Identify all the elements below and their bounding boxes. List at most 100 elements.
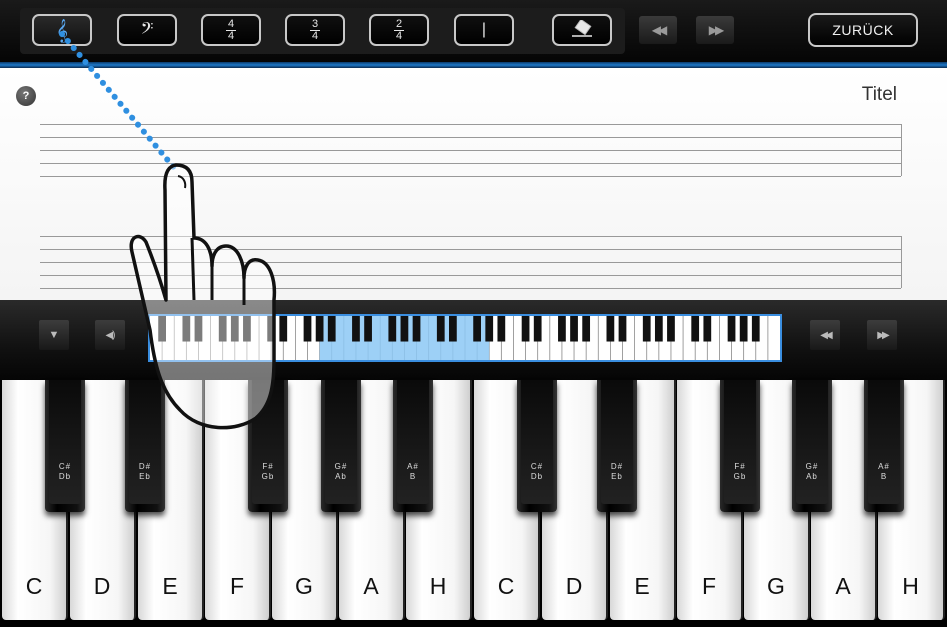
- treble-clef-button[interactable]: 𝄞: [32, 14, 92, 46]
- rewind-icon: ◀◀: [820, 329, 833, 341]
- black-key[interactable]: A# B: [864, 380, 904, 512]
- staff-line: [40, 262, 901, 263]
- black-key[interactable]: D# Eb: [125, 380, 165, 512]
- collapse-button[interactable]: ▼: [39, 320, 69, 350]
- flat-name: Ab: [335, 472, 347, 481]
- key-label: G: [295, 573, 313, 599]
- staff-line: [40, 124, 901, 125]
- time-3-4-button[interactable]: 3 4: [285, 14, 345, 46]
- black-key-face: [724, 380, 756, 504]
- black-key-face: [868, 380, 900, 504]
- flat-name: Ab: [806, 472, 818, 481]
- rewind-icon: ◀◀: [651, 23, 668, 37]
- black-key-label: F# Gb: [248, 462, 288, 482]
- piano-keyboard: C D E F G A H C D E F G A H C# Db D# Eb F#…: [0, 380, 947, 627]
- overview-black-key: [473, 316, 481, 342]
- bass-clef-icon: 𝄢: [140, 18, 154, 42]
- black-key[interactable]: A# B: [393, 380, 433, 512]
- black-key[interactable]: C# Db: [517, 380, 557, 512]
- black-key[interactable]: D# Eb: [597, 380, 637, 512]
- overview-black-key: [739, 316, 748, 342]
- overview-black-key: [158, 316, 166, 342]
- keyboard-rewind-button[interactable]: ◀◀: [810, 320, 840, 350]
- forward-icon: ▶▶: [708, 23, 725, 37]
- overview-black-key: [570, 316, 578, 342]
- staff-line: [40, 150, 901, 151]
- bass-clef-button[interactable]: 𝄢: [117, 14, 177, 46]
- forward-icon: ▶▶: [877, 329, 890, 341]
- back-button[interactable]: ZURÜCK: [808, 13, 918, 47]
- black-key-face: [601, 380, 633, 504]
- toolbar: 𝄞 𝄢 4 4 3 4 2 4 | ◀◀ ▶▶ ZURÜCK: [0, 0, 947, 62]
- time-2-4-button[interactable]: 2 4: [369, 14, 429, 46]
- sharp-name: A#: [878, 462, 890, 471]
- overview-black-key: [751, 316, 760, 342]
- staff-bass[interactable]: [40, 236, 902, 289]
- overview-black-key: [533, 316, 542, 342]
- sharp-name: A#: [407, 462, 419, 471]
- sharp-name: G#: [334, 462, 348, 471]
- time-bottom: 4: [227, 29, 235, 42]
- sheet-music-area[interactable]: ? Titel: [0, 68, 947, 300]
- key-label: F: [701, 573, 717, 599]
- black-key-label: D# Eb: [125, 462, 165, 482]
- key-label: D: [93, 573, 111, 599]
- black-key-face: [49, 380, 81, 504]
- overview-black-key: [497, 316, 506, 342]
- overview-black-key: [691, 316, 700, 342]
- speaker-icon: ◀): [105, 329, 115, 341]
- sheet-title[interactable]: Titel: [862, 84, 897, 106]
- black-key-label: A# B: [864, 462, 904, 482]
- black-key[interactable]: G# Ab: [792, 380, 832, 512]
- key-label: H: [902, 573, 919, 599]
- overview-black-key: [703, 316, 712, 342]
- staff-line: [40, 176, 901, 177]
- staff-line: [40, 275, 901, 276]
- black-key-face: [325, 380, 357, 504]
- overview-black-key: [558, 316, 566, 342]
- overview-black-key: [243, 316, 251, 342]
- overview-black-key: [352, 316, 360, 342]
- sharp-name: F#: [262, 462, 274, 471]
- flat-name: Eb: [139, 472, 151, 481]
- overview-black-key: [521, 316, 530, 342]
- overview-black-key: [218, 316, 227, 342]
- sharp-name: F#: [734, 462, 746, 471]
- overview-black-key: [485, 316, 494, 342]
- time-top: 2: [395, 17, 403, 30]
- barline-button[interactable]: |: [454, 14, 514, 46]
- overview-black-key: [606, 316, 615, 342]
- staff-line: [40, 163, 901, 164]
- staff-line: [40, 137, 901, 138]
- flat-name: B: [409, 472, 417, 481]
- keyboard-forward-button[interactable]: ▶▶: [867, 320, 897, 350]
- overview-black-key: [582, 316, 591, 342]
- key-label: E: [634, 573, 650, 599]
- eraser-icon: [572, 20, 592, 37]
- black-key-label: F# Gb: [720, 462, 760, 482]
- black-key[interactable]: C# Db: [45, 380, 85, 512]
- overview-black-key: [267, 316, 276, 342]
- time-top: 3: [311, 17, 319, 30]
- staff-line: [40, 249, 901, 250]
- black-key[interactable]: G# Ab: [321, 380, 361, 512]
- key-label: D: [565, 573, 583, 599]
- overview-black-key: [412, 316, 421, 342]
- toolbar-forward-button[interactable]: ▶▶: [696, 16, 734, 44]
- black-key-face: [796, 380, 828, 504]
- eraser-button[interactable]: [552, 14, 612, 46]
- toolbar-rewind-button[interactable]: ◀◀: [639, 16, 677, 44]
- black-key-label: G# Ab: [792, 462, 832, 482]
- overview-black-key: [279, 316, 288, 342]
- key-label: F: [229, 573, 245, 599]
- black-key[interactable]: F# Gb: [248, 380, 288, 512]
- time-4-4-button[interactable]: 4 4: [201, 14, 261, 46]
- keyboard-overview[interactable]: [148, 314, 782, 362]
- staff-treble[interactable]: [40, 124, 902, 177]
- overview-black-keys: [158, 316, 760, 342]
- sound-button[interactable]: ◀): [95, 320, 125, 350]
- help-icon[interactable]: ?: [16, 86, 36, 106]
- black-key[interactable]: F# Gb: [720, 380, 760, 512]
- overview-black-key: [194, 316, 203, 342]
- time-top: 4: [227, 17, 235, 30]
